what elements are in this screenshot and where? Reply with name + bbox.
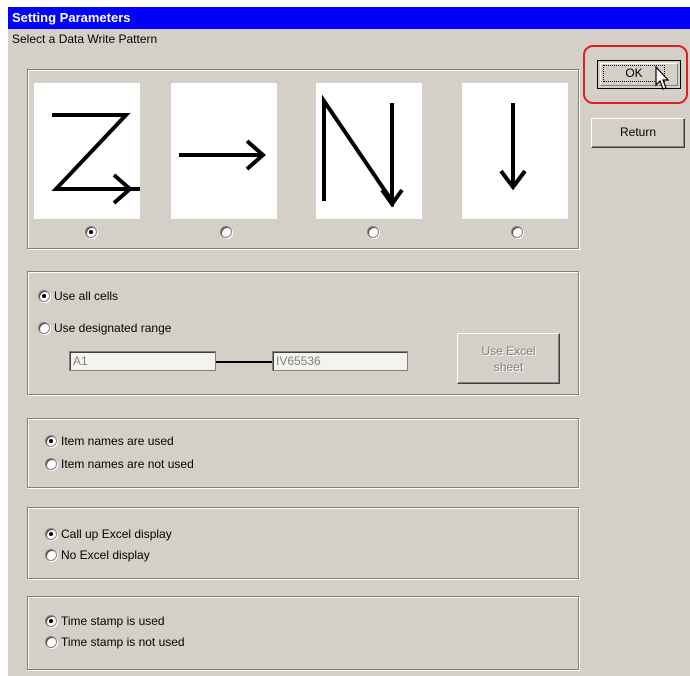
- time-stamp-used-label: Time stamp is used: [61, 614, 165, 628]
- pattern-option-n[interactable]: [316, 83, 422, 219]
- mouse-pointer-icon: [655, 66, 670, 90]
- time-stamp-not-used-label: Time stamp is not used: [61, 635, 185, 649]
- time-stamp-not-used-radio[interactable]: [45, 636, 57, 648]
- pattern-option-down[interactable]: [462, 83, 568, 219]
- use-excel-sheet-label-2: sheet: [493, 360, 524, 374]
- range-start-field[interactable]: A1: [69, 351, 216, 371]
- item-names-not-used-label: Item names are not used: [61, 457, 194, 471]
- dialog-title: Setting Parameters: [8, 7, 690, 29]
- down-arrow-icon: [499, 103, 527, 191]
- item-names-used-radio[interactable]: [45, 435, 57, 447]
- n-pattern-arrow-icon: [322, 94, 404, 208]
- time-stamp-group: [27, 596, 579, 670]
- pattern-option-right[interactable]: [171, 83, 277, 219]
- right-arrow-icon: [179, 139, 267, 171]
- range-connector-line: [216, 361, 272, 363]
- range-end-field[interactable]: IV65536: [272, 351, 408, 371]
- time-stamp-used-radio[interactable]: [45, 615, 57, 627]
- item-names-used-label: Item names are used: [61, 434, 174, 448]
- pattern-section-label: Select a Data Write Pattern: [12, 32, 158, 46]
- return-button[interactable]: Return: [591, 118, 685, 148]
- use-all-cells-label: Use all cells: [54, 289, 119, 303]
- use-excel-sheet-label-1: Use Excel: [481, 344, 536, 358]
- setting-parameters-dialog: Setting Parameters Select a Data Write P…: [7, 6, 690, 676]
- pattern-radio-z[interactable]: [85, 226, 97, 238]
- call-up-excel-radio[interactable]: [45, 528, 57, 540]
- no-excel-display-radio[interactable]: [45, 549, 57, 561]
- use-excel-sheet-button[interactable]: Use Excel sheet: [457, 333, 560, 384]
- pattern-radio-n[interactable]: [367, 226, 379, 238]
- use-designated-range-label: Use designated range: [54, 321, 172, 335]
- item-names-not-used-radio[interactable]: [45, 458, 57, 470]
- excel-display-group: [27, 507, 579, 579]
- use-all-cells-radio[interactable]: [38, 290, 50, 302]
- pattern-radio-right[interactable]: [220, 226, 232, 238]
- call-up-excel-label: Call up Excel display: [61, 527, 172, 541]
- item-names-group: [27, 418, 579, 488]
- use-designated-range-radio[interactable]: [38, 322, 50, 334]
- pattern-option-z[interactable]: [34, 83, 140, 219]
- z-pattern-arrow-icon: [51, 113, 140, 205]
- no-excel-display-label: No Excel display: [61, 548, 150, 562]
- pattern-radio-down[interactable]: [511, 226, 523, 238]
